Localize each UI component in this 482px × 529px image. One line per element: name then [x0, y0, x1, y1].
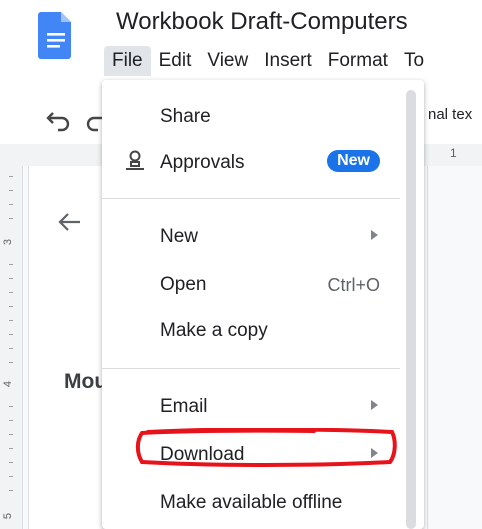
document-title[interactable]: Workbook Draft-Computers — [116, 8, 408, 36]
menu-item-share[interactable]: Share — [102, 94, 406, 138]
undo-icon[interactable] — [44, 108, 72, 132]
menu-item-offline[interactable]: Make available offline — [102, 480, 406, 524]
menu-edit[interactable]: Edit — [151, 46, 200, 76]
menu-item-label: Approvals — [160, 152, 245, 173]
menu-item-label: Make available offline — [160, 492, 343, 513]
menu-divider — [102, 368, 400, 369]
menu-item-label: New — [160, 226, 199, 247]
menu-item-label: Open — [160, 274, 207, 295]
submenu-arrow-icon — [371, 448, 378, 458]
menu-item-download[interactable]: Download — [102, 432, 406, 476]
menu-format[interactable]: Format — [320, 46, 396, 76]
menu-item-open[interactable]: Open Ctrl+O — [102, 262, 406, 306]
file-menu-dropdown: Share Approvals New New Open Ctrl+O Make… — [102, 80, 424, 529]
menu-file[interactable]: File — [104, 46, 151, 76]
document-heading: Mou — [64, 370, 108, 393]
menu-insert[interactable]: Insert — [256, 46, 320, 76]
google-docs-icon[interactable] — [38, 6, 74, 62]
menu-item-make-copy[interactable]: Make a copy — [102, 308, 406, 352]
menu-item-email[interactable]: Email — [102, 384, 406, 428]
ruler-number: 1 — [450, 146, 457, 160]
shortcut-label: Ctrl+O — [327, 275, 380, 295]
menu-item-approvals[interactable]: Approvals New — [102, 140, 406, 184]
menu-item-label: Share — [160, 106, 211, 127]
ruler-number: 4 — [2, 380, 15, 388]
paragraph-style-select[interactable]: nal tex — [428, 106, 472, 123]
menu-item-label: Make a copy — [160, 320, 268, 341]
approvals-icon — [126, 150, 144, 170]
ruler-number: 5 — [2, 512, 15, 520]
arrow-left-icon[interactable] — [56, 210, 84, 234]
new-badge: New — [327, 150, 380, 172]
menu-divider — [102, 198, 400, 199]
menu-tools[interactable]: To — [396, 46, 432, 76]
vertical-ruler: 3 4 5 — [0, 166, 23, 529]
menu-item-label: Download — [160, 444, 245, 465]
submenu-arrow-icon — [371, 230, 378, 240]
submenu-arrow-icon — [371, 400, 378, 410]
menu-scrollbar[interactable] — [406, 90, 416, 529]
menu-bar: File Edit View Insert Format To — [104, 46, 432, 76]
ruler-number: 3 — [2, 238, 15, 246]
menu-view[interactable]: View — [199, 46, 256, 76]
menu-item-new[interactable]: New — [102, 214, 406, 258]
menu-item-label: Email — [160, 396, 208, 417]
